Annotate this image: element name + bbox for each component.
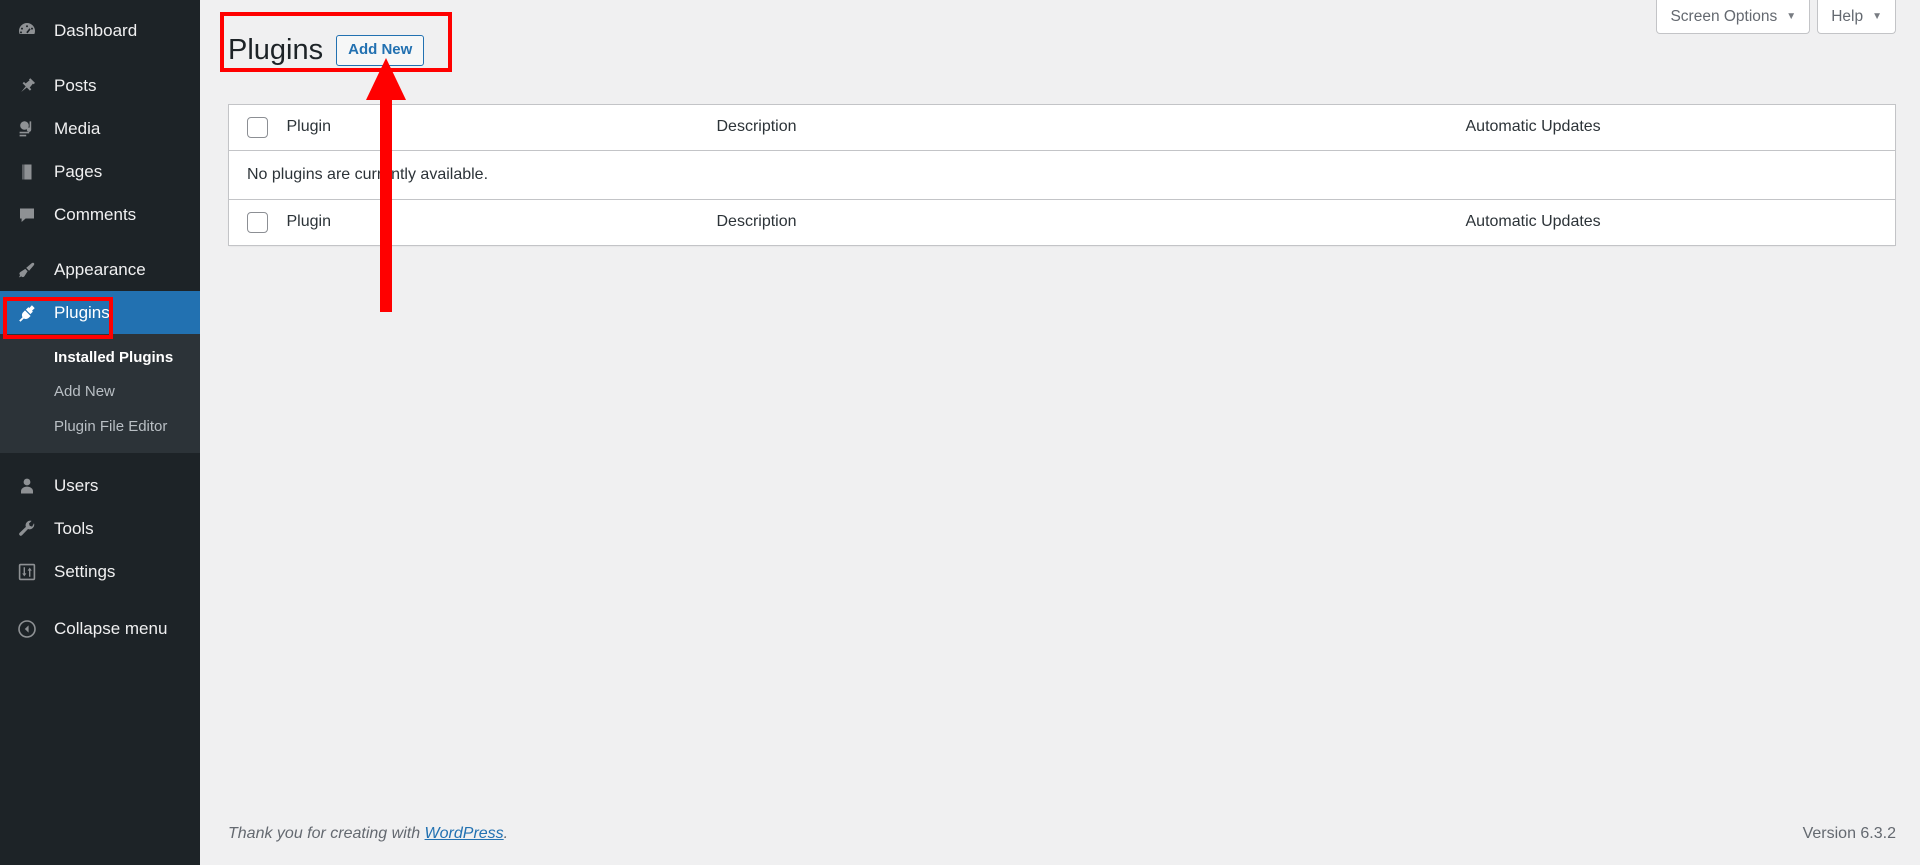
help-label: Help xyxy=(1831,7,1864,25)
plugins-submenu: Installed Plugins Add New Plugin File Ed… xyxy=(0,334,200,453)
select-all-header xyxy=(228,104,287,151)
admin-content: Screen Options ▼ Help ▼ Plugins Add New … xyxy=(200,0,1920,865)
wordpress-admin-screen: Dashboard Posts Media Pages Comments App… xyxy=(0,0,1920,865)
sidebar-item-label: Comments xyxy=(54,204,137,224)
sidebar-item-media[interactable]: Media xyxy=(0,107,200,150)
screen-meta-links: Screen Options ▼ Help ▼ xyxy=(200,0,1920,34)
table-row-empty: No plugins are currently available. xyxy=(228,150,1896,200)
sidebar-item-tools[interactable]: Tools xyxy=(0,508,200,551)
dashboard-icon xyxy=(14,21,40,41)
page-title: Plugins xyxy=(228,34,324,66)
sidebar-item-users[interactable]: Users xyxy=(0,465,200,508)
admin-sidebar: Dashboard Posts Media Pages Comments App… xyxy=(0,0,208,865)
sidebar-item-pages[interactable]: Pages xyxy=(0,150,200,193)
user-icon xyxy=(14,476,40,496)
table-header-row: Plugin Description Automatic Updates xyxy=(228,104,1896,151)
version-text: Version 6.3.2 xyxy=(1802,825,1896,842)
sidebar-item-label: Plugins xyxy=(54,302,110,322)
plugins-table-container: Plugin Description Automatic Updates No … xyxy=(200,70,1920,246)
pin-icon xyxy=(14,76,40,96)
footer-period: . xyxy=(503,825,509,842)
sidebar-item-label: Collapse menu xyxy=(54,619,168,639)
paintbrush-icon xyxy=(14,260,40,280)
submenu-item-plugin-file-editor[interactable]: Plugin File Editor xyxy=(0,410,200,444)
screen-options-label: Screen Options xyxy=(1670,7,1778,25)
sidebar-item-plugins[interactable]: Plugins xyxy=(0,291,208,334)
column-header-plugin[interactable]: Plugin xyxy=(286,104,717,151)
sidebar-item-appearance[interactable]: Appearance xyxy=(0,248,200,291)
media-icon xyxy=(14,119,40,139)
sidebar-item-comments[interactable]: Comments xyxy=(0,193,200,236)
sliders-icon xyxy=(14,562,40,582)
comments-icon xyxy=(14,205,40,225)
plug-icon xyxy=(14,303,40,323)
select-all-footer xyxy=(228,198,287,246)
sidebar-item-dashboard[interactable]: Dashboard xyxy=(0,9,200,52)
pages-icon xyxy=(14,162,40,182)
page-header: Plugins Add New xyxy=(200,31,1920,70)
select-all-checkbox-footer[interactable] xyxy=(247,211,268,233)
select-all-checkbox[interactable] xyxy=(247,116,268,138)
column-header-automatic-updates[interactable]: Automatic Updates xyxy=(1465,104,1896,151)
plugins-table: Plugin Description Automatic Updates No … xyxy=(228,103,1896,246)
sidebar-item-posts[interactable]: Posts xyxy=(0,64,200,107)
sidebar-item-label: Tools xyxy=(54,519,94,539)
sidebar-item-label: Users xyxy=(54,476,99,496)
submenu-item-add-new[interactable]: Add New xyxy=(0,375,200,409)
column-header-description[interactable]: Description xyxy=(716,104,1466,151)
footer-credit: Thank you for creating with WordPress. xyxy=(228,825,508,843)
screen-options-button[interactable]: Screen Options ▼ xyxy=(1656,0,1811,34)
no-plugins-message: No plugins are currently available. xyxy=(228,150,1896,200)
sidebar-item-settings[interactable]: Settings xyxy=(0,551,200,594)
collapse-arrow-icon xyxy=(14,619,40,639)
help-button[interactable]: Help ▼ xyxy=(1817,0,1896,34)
wrench-icon xyxy=(14,519,40,539)
sidebar-item-collapse-menu[interactable]: Collapse menu xyxy=(0,608,200,651)
sidebar-item-label: Media xyxy=(54,118,101,138)
sidebar-item-label: Settings xyxy=(54,562,116,582)
chevron-down-icon: ▼ xyxy=(1786,10,1797,22)
chevron-down-icon: ▼ xyxy=(1872,10,1882,22)
column-footer-description[interactable]: Description xyxy=(716,198,1466,246)
column-footer-plugin[interactable]: Plugin xyxy=(286,198,717,246)
admin-footer: Thank you for creating with WordPress. V… xyxy=(200,803,1920,865)
add-new-button[interactable]: Add New xyxy=(336,35,425,67)
sidebar-item-label: Dashboard xyxy=(54,20,138,40)
wordpress-link[interactable]: WordPress xyxy=(425,825,504,842)
sidebar-item-label: Pages xyxy=(54,161,103,181)
table-footer-row: Plugin Description Automatic Updates xyxy=(228,198,1896,246)
sidebar-item-label: Posts xyxy=(54,75,97,95)
sidebar-item-label: Appearance xyxy=(54,259,146,279)
footer-thanks-text: Thank you for creating with xyxy=(228,825,425,842)
submenu-item-installed-plugins[interactable]: Installed Plugins xyxy=(0,341,200,375)
column-footer-automatic-updates[interactable]: Automatic Updates xyxy=(1465,198,1896,246)
